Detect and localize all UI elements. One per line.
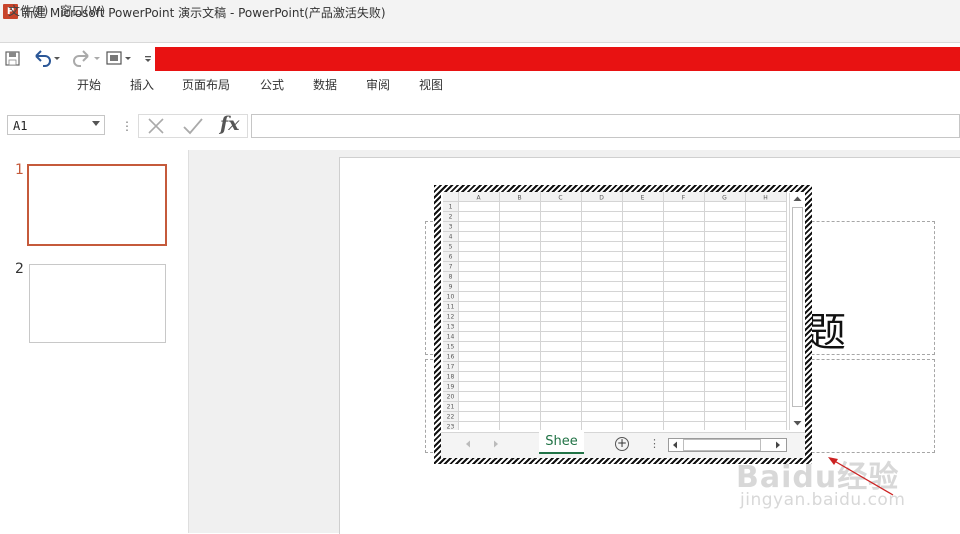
tab-formulas[interactable]: 公式 — [260, 76, 284, 93]
sheet-tab[interactable]: Shee — [539, 432, 584, 454]
sheet-grid[interactable]: A B C D E F G H12345678910111213141516171819202… — [443, 192, 788, 430]
menu-window[interactable]: 窗口(W) — [60, 2, 105, 19]
slide-thumbnail-2[interactable] — [29, 264, 166, 343]
tab-review[interactable]: 审阅 — [366, 76, 390, 93]
sheet-tabs-splitter[interactable]: ⋮ — [649, 437, 660, 450]
column-header: E — [641, 195, 645, 202]
tab-data[interactable]: 数据 — [313, 76, 337, 93]
tab-page-layout[interactable]: 页面布局 — [182, 76, 230, 93]
row-header: 1 — [449, 204, 453, 211]
row-header: 6 — [449, 254, 453, 261]
scroll-up-icon[interactable] — [792, 194, 803, 204]
horizontal-scroll-thumb[interactable] — [683, 439, 761, 451]
row-header: 21 — [447, 404, 455, 411]
prev-sheet-icon[interactable] — [463, 439, 473, 449]
row-header: 13 — [447, 324, 455, 331]
scroll-down-icon[interactable] — [792, 418, 803, 428]
name-box[interactable]: A1 — [7, 115, 105, 135]
slide-number: 1 — [15, 162, 24, 178]
tab-home[interactable]: 开始 — [77, 76, 101, 93]
tab-insert[interactable]: 插入 — [130, 76, 154, 93]
scroll-left-icon[interactable] — [670, 440, 680, 450]
row-header: 16 — [447, 354, 455, 361]
redo-icon[interactable] — [72, 48, 102, 68]
column-header-bar — [443, 192, 786, 201]
undo-icon[interactable] — [32, 48, 62, 68]
redacted-bar — [155, 47, 960, 71]
column-header: C — [558, 195, 562, 202]
row-header: 5 — [449, 244, 453, 251]
enter-check-icon[interactable] — [182, 116, 204, 136]
tab-view[interactable]: 视图 — [419, 76, 443, 93]
row-header: 15 — [447, 344, 455, 351]
row-header: 20 — [447, 394, 455, 401]
cancel-icon[interactable] — [146, 116, 166, 136]
insert-function-icon[interactable]: fx — [220, 113, 240, 135]
row-header: 10 — [447, 294, 455, 301]
column-header: B — [517, 195, 521, 202]
customize-icon[interactable] — [142, 48, 154, 68]
column-header: G — [722, 195, 727, 202]
next-sheet-icon[interactable] — [491, 439, 501, 449]
row-header: 17 — [447, 364, 455, 371]
row-header: 2 — [449, 214, 453, 221]
format-icon[interactable] — [105, 48, 135, 68]
row-header: 19 — [447, 384, 455, 391]
row-header: 18 — [447, 374, 455, 381]
formula-input[interactable] — [251, 114, 960, 138]
title-text: 题 — [806, 310, 846, 356]
row-header: 4 — [449, 234, 453, 241]
row-header: 3 — [449, 224, 453, 231]
formula-bar-grip[interactable]: ⋮ — [121, 119, 133, 133]
slide-thumbnail-1[interactable] — [27, 164, 167, 246]
annotation-arrow-icon — [828, 457, 894, 496]
row-header: 11 — [447, 304, 455, 311]
scroll-right-icon[interactable] — [773, 440, 783, 450]
column-header: F — [682, 195, 686, 202]
row-header: 12 — [447, 314, 455, 321]
column-header: H — [763, 195, 768, 202]
slide-number: 2 — [15, 261, 24, 277]
save-icon[interactable] — [5, 48, 21, 68]
row-header: 7 — [449, 264, 453, 271]
vertical-scroll-thumb[interactable] — [792, 207, 803, 407]
menu-bar — [0, 24, 960, 43]
add-sheet-icon[interactable]: + — [615, 437, 629, 451]
name-box-dropdown-icon[interactable] — [92, 121, 100, 126]
row-header: 22 — [447, 414, 455, 421]
row-header: 8 — [449, 274, 453, 281]
column-header: D — [599, 195, 604, 202]
row-header: 23 — [447, 424, 455, 431]
row-header: 14 — [447, 334, 455, 341]
menu-file[interactable]: 文件(F) — [8, 2, 48, 19]
row-header: 9 — [449, 284, 453, 291]
